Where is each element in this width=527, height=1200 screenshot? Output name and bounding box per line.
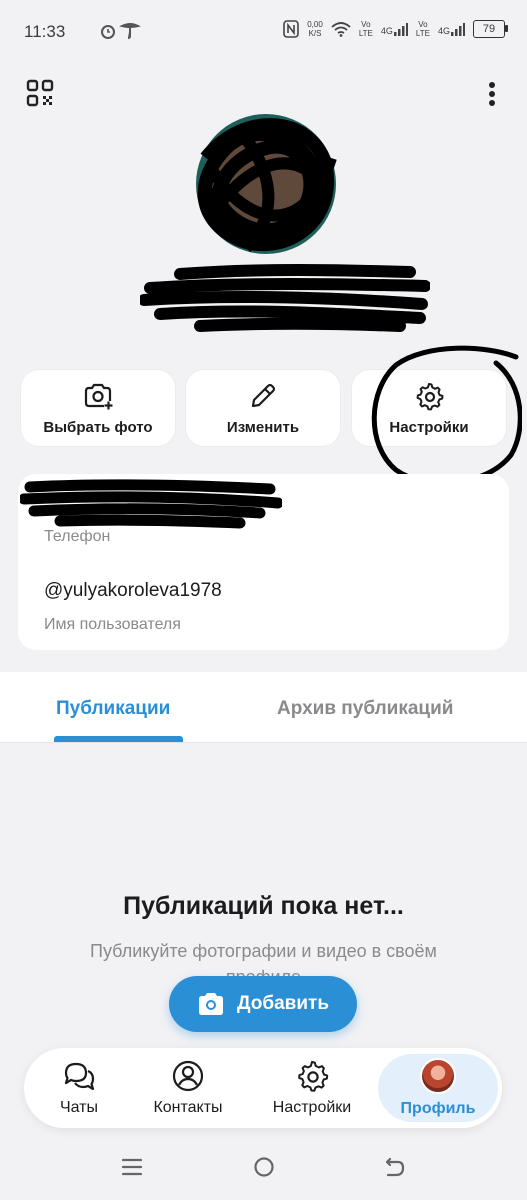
username-label: Имя пользователя: [44, 616, 181, 633]
more-options-icon[interactable]: [480, 80, 504, 108]
hand-drawn-circle-annotation: [371, 345, 522, 486]
profile-avatar-icon: [420, 1058, 456, 1094]
choose-photo-button[interactable]: Выбрать фото: [21, 370, 175, 446]
signal-bars-icon: [451, 23, 465, 36]
profile-name-redacted: [140, 264, 430, 332]
tab-publications-archive[interactable]: Архив публикаций: [277, 698, 453, 720]
camera-add-icon: [84, 383, 113, 410]
nav-settings[interactable]: Настройки: [262, 1048, 362, 1128]
edit-label: Изменить: [226, 418, 300, 436]
nav-contacts-label: Контакты: [153, 1099, 223, 1116]
qr-code-icon[interactable]: [26, 79, 54, 107]
recent-apps-icon[interactable]: [120, 1155, 144, 1179]
empty-state-title: Публикаций пока нет...: [123, 892, 404, 920]
signal-bars-icon: [393, 23, 408, 36]
signal-1: 4G: [381, 22, 408, 36]
contacts-icon: [172, 1060, 204, 1092]
settings-icon: [298, 1061, 329, 1092]
nav-settings-label: Настройки: [272, 1099, 352, 1116]
signal-2: 4G: [438, 22, 465, 36]
nav-profile-label: Профиль: [400, 1100, 476, 1117]
edit-profile-button[interactable]: Изменить: [186, 370, 340, 446]
username-value[interactable]: @yulyakoroleva1978: [44, 580, 222, 602]
add-publication-button[interactable]: Добавить: [169, 976, 357, 1032]
volte-1: Vo LTE: [358, 20, 373, 38]
status-notification-icons: [100, 22, 148, 47]
status-right-icons: 0,00 K/S Vo LTE 4G Vo LTE 4G 79: [283, 20, 508, 38]
back-icon[interactable]: [383, 1155, 407, 1179]
battery-indicator: 79: [473, 20, 508, 38]
net-speed: 0,00 K/S: [307, 20, 323, 38]
phone-label: Телефон: [44, 528, 111, 545]
alarm-icon: [101, 23, 141, 39]
tab-publications[interactable]: Публикации: [56, 698, 170, 720]
choose-photo-label: Выбрать фото: [43, 418, 153, 436]
chats-icon: [64, 1062, 95, 1091]
nfc-icon: [283, 20, 300, 38]
status-time: 11:33: [24, 22, 66, 41]
wifi-icon: [331, 22, 351, 37]
nav-chats-label: Чаты: [59, 1099, 99, 1116]
camera-icon: [198, 993, 223, 1015]
home-icon[interactable]: [252, 1155, 276, 1179]
add-label: Добавить: [236, 993, 330, 1014]
phone-number-redacted: [20, 479, 282, 529]
pencil-icon: [251, 383, 276, 407]
nav-chats[interactable]: Чаты: [40, 1048, 118, 1128]
volte-2: Vo LTE: [415, 20, 430, 38]
nav-profile[interactable]: Профиль: [388, 1048, 488, 1128]
profile-photo[interactable]: [186, 98, 346, 268]
nav-contacts[interactable]: Контакты: [140, 1048, 236, 1128]
active-tab-indicator: [54, 736, 183, 742]
